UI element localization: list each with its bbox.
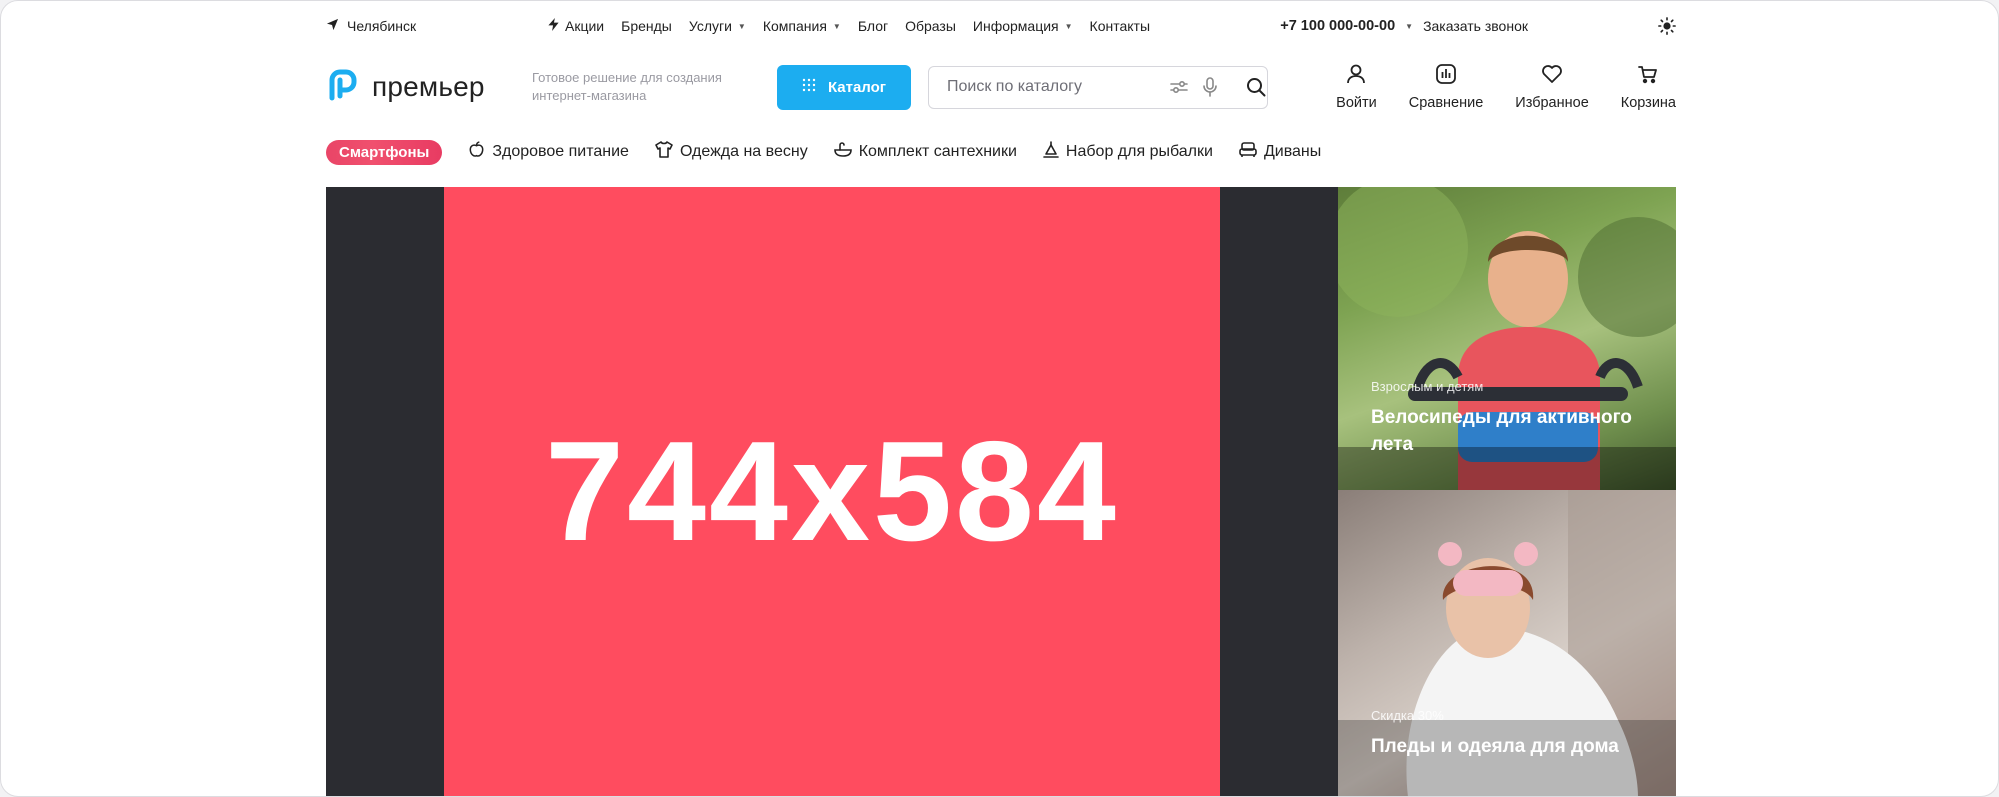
quick-link-healthy-food[interactable]: Здоровое питание [468,141,629,163]
top-nav-label: Бренды [621,18,672,34]
search-icon[interactable] [1246,77,1266,97]
login-button[interactable]: Войти [1336,63,1377,111]
top-nav-contacts[interactable]: Контакты [1090,18,1150,34]
quick-link-sofas[interactable]: Диваны [1239,141,1322,163]
callback-link[interactable]: Заказать звонок [1423,18,1528,34]
cart-button[interactable]: Корзина [1621,63,1676,111]
top-nav-label: Информация [972,18,1059,34]
favorites-label: Избранное [1515,95,1589,111]
side-banner-blankets[interactable]: Скидка 30% Пледы и одеяла для дома [1338,490,1676,796]
banner-area: 744x584 Взрослым и детям Велосипеды для … [326,187,1676,796]
side-banner-caption: Скидка 30% Пледы и одеяла для дома [1371,708,1619,760]
location-arrow-icon [326,18,339,34]
city-label: Челябинск [347,18,417,34]
phone-block: +7 100 000-00-00 ▼ Заказать звонок [1280,17,1676,35]
filter-sliders-icon[interactable] [1170,79,1188,95]
top-nav-label: Контакты [1089,18,1151,34]
logo-mark-icon [326,68,360,107]
favorites-button[interactable]: Избранное [1515,63,1589,111]
quick-links: Смартфоны Здоровое питание Одежда на вес… [326,137,1676,167]
apple-icon [468,141,485,163]
user-actions: Войти Сравнение Избранное Корзина [1336,63,1676,111]
top-nav-looks[interactable]: Образы [905,18,956,34]
top-nav-blog[interactable]: Блог [858,18,888,34]
page-frame: Челябинск Акции Бренды Услуги ▼ Компания… [0,0,1999,797]
sofa-icon [1239,141,1257,163]
caret-down-icon: ▼ [832,21,841,31]
placeholder-size-text: 744x584 [545,412,1119,571]
bathtub-icon [833,141,852,163]
top-nav-label: Акции [565,18,605,34]
header: премьер Готовое решение для создания инт… [326,59,1676,115]
logo-text: премьер [372,71,485,102]
microphone-icon[interactable] [1202,77,1218,97]
top-nav-brands[interactable]: Бренды [621,18,672,34]
compare-label: Сравнение [1408,95,1484,111]
cart-icon [1637,63,1659,89]
quick-link-spring-clothes[interactable]: Одежда на весну [655,141,808,163]
top-nav: Акции Бренды Услуги ▼ Компания ▼ Блог Об… [548,18,1150,34]
city-selector[interactable]: Челябинск [326,18,548,34]
theme-toggle-sun-icon[interactable] [1658,17,1676,35]
side-banner-title: Пледы и одеяла для дома [1371,736,1619,757]
cart-label: Корзина [1620,95,1676,111]
quick-link-label: Диваны [1263,143,1322,160]
user-icon [1345,63,1367,89]
top-bar: Челябинск Акции Бренды Услуги ▼ Компания… [326,13,1676,39]
login-label: Войти [1336,95,1377,111]
quick-link-label: Комплект сантехники [858,143,1017,160]
top-nav-label: Образы [905,18,956,34]
compare-chart-icon [1435,63,1457,89]
heart-icon [1541,63,1563,89]
lightning-icon [548,18,559,34]
compare-button[interactable]: Сравнение [1408,63,1484,111]
top-nav-label: Компания [762,18,827,34]
top-nav-promos[interactable]: Акции [548,18,604,34]
catalog-label: Каталог [827,78,887,96]
top-nav-info[interactable]: Информация ▼ [973,18,1073,34]
slogan: Готовое решение для создания интернет-ма… [532,70,722,103]
top-nav-services[interactable]: Услуги ▼ [689,18,746,34]
tshirt-icon [655,141,673,163]
search-box [928,65,1268,109]
top-nav-company[interactable]: Компания ▼ [763,18,841,34]
quick-link-fishing-set[interactable]: Набор для рыбалки [1043,140,1213,164]
quick-link-label: Набор для рыбалки [1065,143,1213,160]
quick-link-label: Одежда на весну [679,143,808,160]
side-banner-subtitle: Взрослым и детям [1371,379,1484,394]
side-banner-caption: Взрослым и детям Велосипеды для активног… [1371,379,1676,458]
logo[interactable]: премьер [326,68,532,107]
main-banner-placeholder: 744x584 [444,187,1220,796]
fishing-float-icon [1043,140,1059,164]
grid-dots-icon [802,78,816,96]
phone-number[interactable]: +7 100 000-00-00 [1280,18,1395,34]
side-banner-bicycles[interactable]: Взрослым и детям Велосипеды для активног… [1338,187,1676,490]
quick-link-plumbing-set[interactable]: Комплект сантехники [833,141,1017,163]
caret-down-icon[interactable]: ▼ [1405,22,1413,31]
caret-down-icon: ▼ [1064,21,1073,31]
quick-link-label: Здоровое питание [492,143,629,160]
main-banner[interactable]: 744x584 [326,187,1338,796]
top-nav-label: Услуги [688,18,732,34]
quick-link-smartphones[interactable]: Смартфоны [326,139,443,165]
catalog-button[interactable]: Каталог [777,64,911,110]
side-banner-subtitle: Скидка 30% [1371,708,1444,723]
side-banner-title: Велосипеды для активного лета [1371,407,1632,455]
search-input[interactable] [945,77,1156,97]
caret-down-icon: ▼ [737,21,746,31]
top-nav-label: Блог [857,18,889,34]
